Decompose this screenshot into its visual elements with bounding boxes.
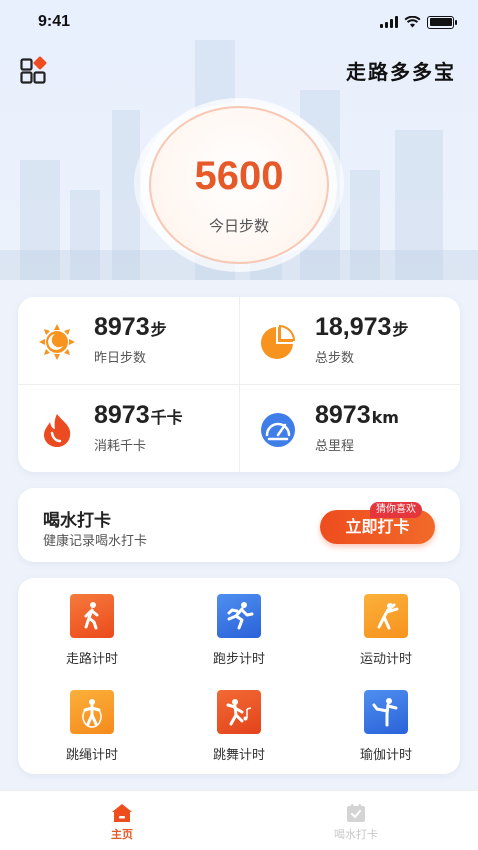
stat-label: 消耗千卡	[94, 439, 147, 454]
activity-exercise[interactable]: 运动计时	[325, 594, 445, 674]
activity-label: 瑜伽计时	[359, 748, 412, 763]
stat-label: 总步数	[315, 351, 355, 366]
stat-value: 8973步	[94, 313, 167, 341]
stat-label: 昨日步数	[94, 351, 147, 366]
bottom-tab-bar: 主页 喝水打卡	[0, 790, 478, 850]
activity-label: 跑步计时	[212, 652, 265, 667]
stat-value: 8973千卡	[94, 401, 183, 429]
today-steps-value: 5600	[194, 154, 284, 198]
app-header: 走路多多宝	[0, 52, 478, 88]
stretching-icon	[364, 594, 408, 638]
today-steps-label: 今日步数	[208, 217, 269, 235]
stat-yesterday-steps: 8973步 昨日步数	[18, 297, 239, 384]
stat-distance: 8973km 总里程	[239, 385, 460, 472]
tab-label: 喝水打卡	[334, 828, 378, 841]
dancing-icon	[217, 690, 261, 734]
recommend-badge: 猜你喜欢	[370, 502, 422, 518]
status-bar: 9:41	[0, 0, 478, 44]
yoga-icon	[364, 690, 408, 734]
tab-water-checkin[interactable]: 喝水打卡	[306, 803, 406, 842]
running-icon	[217, 594, 261, 638]
app-title: 走路多多宝	[346, 60, 456, 84]
activity-dancing[interactable]: 跳舞计时	[178, 690, 298, 770]
stat-label: 总里程	[315, 439, 355, 454]
cellular-signal-icon	[380, 16, 398, 28]
activity-grid-card: 走路计时 跑步计时 运动计时 跳绳计时 跳舞计时 瑜伽计时	[18, 578, 460, 774]
stats-card: 8973步 昨日步数 18,973步 总步数 8973千卡 消耗千卡 8973k…	[18, 297, 460, 472]
activity-walking[interactable]: 走路计时	[31, 594, 151, 674]
sun-moon-icon	[39, 324, 75, 360]
pie-chart-icon	[261, 324, 296, 359]
battery-icon	[427, 15, 457, 29]
jump-rope-icon	[70, 690, 114, 734]
activity-label: 走路计时	[65, 652, 118, 667]
grid-menu-icon[interactable]	[20, 56, 48, 84]
speedometer-icon	[261, 413, 295, 447]
tab-label: 主页	[111, 828, 133, 841]
stat-total-steps: 18,973步 总步数	[239, 297, 460, 384]
activity-label: 跳舞计时	[212, 748, 265, 763]
activity-label: 运动计时	[359, 652, 412, 667]
stat-value: 18,973步	[315, 313, 409, 341]
wifi-icon	[404, 16, 421, 28]
checkin-icon	[347, 804, 365, 822]
water-checkin-card: 喝水打卡 健康记录喝水打卡 立即打卡 猜你喜欢	[18, 488, 460, 562]
activity-running[interactable]: 跑步计时	[178, 594, 298, 674]
status-icons	[380, 15, 457, 29]
flame-icon	[44, 414, 71, 447]
activity-jump-rope[interactable]: 跳绳计时	[31, 690, 151, 770]
stat-value: 8973km	[315, 401, 399, 429]
water-subtitle: 健康记录喝水打卡	[43, 534, 148, 549]
tab-home[interactable]: 主页	[72, 803, 172, 842]
water-title: 喝水打卡	[43, 511, 111, 531]
activity-yoga[interactable]: 瑜伽计时	[325, 690, 445, 770]
stat-calories: 8973千卡 消耗千卡	[18, 385, 239, 472]
status-time: 9:41	[38, 13, 71, 30]
home-icon	[112, 804, 132, 822]
walking-icon	[70, 594, 114, 638]
activity-label: 跳绳计时	[65, 748, 118, 763]
